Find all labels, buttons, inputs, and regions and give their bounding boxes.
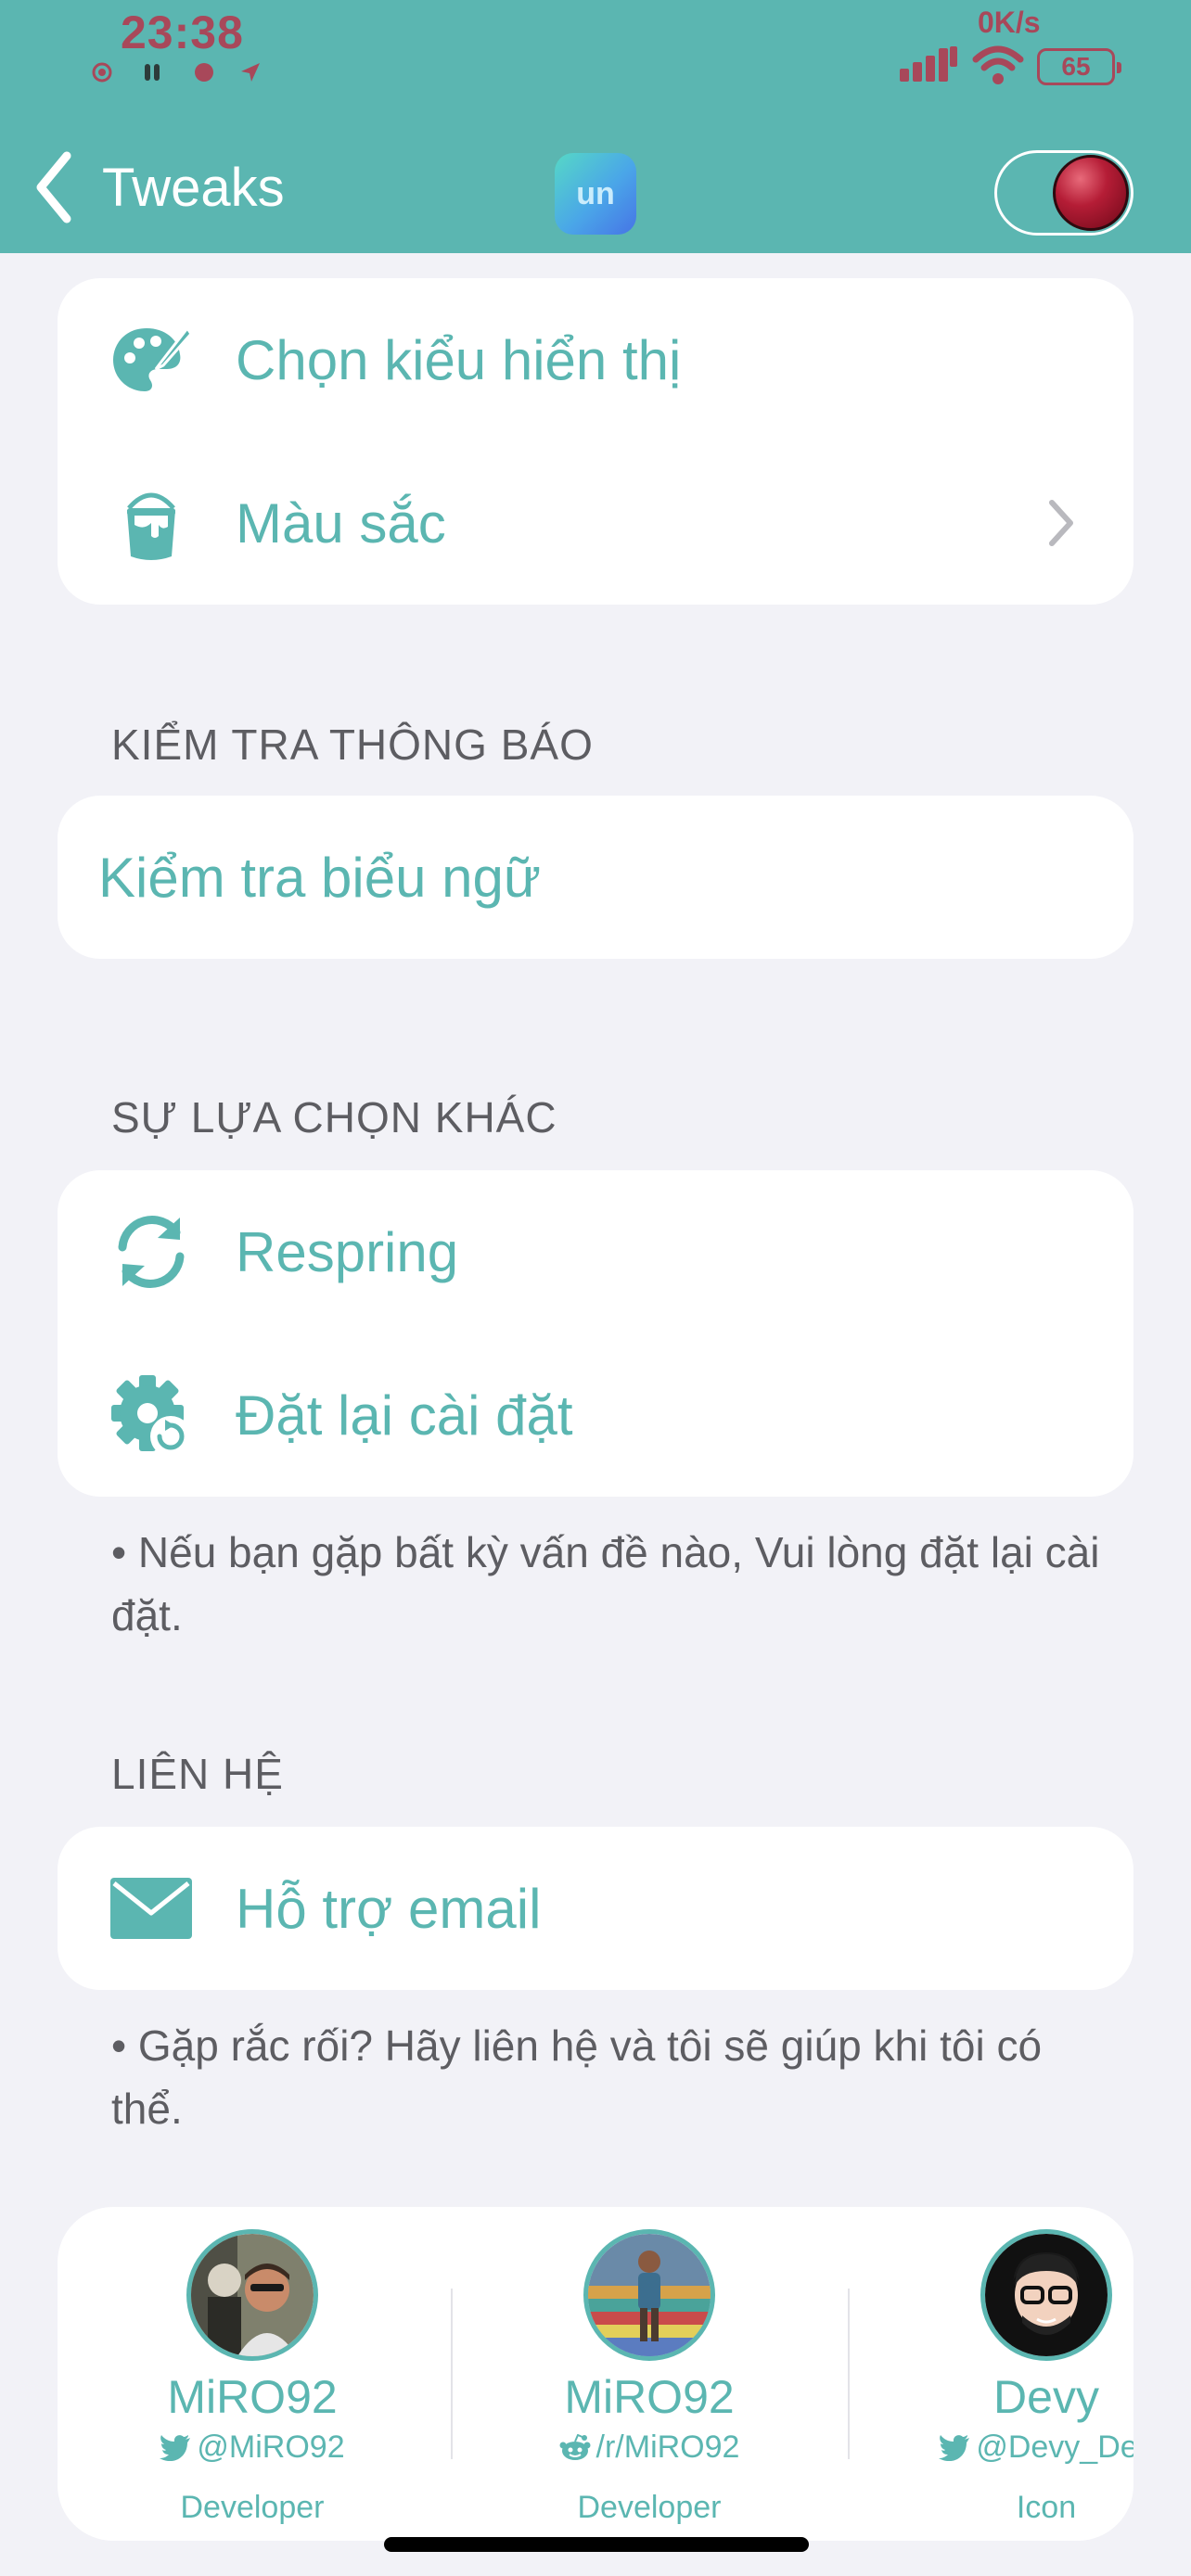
- envelope-icon: [109, 1867, 193, 1950]
- email-support-label: Hỗ trợ email: [236, 1877, 542, 1940]
- avatar: [186, 2229, 318, 2361]
- member-name: MiRO92: [564, 2371, 735, 2423]
- member-handle: /r/MiRO92: [510, 2429, 788, 2466]
- divider: [848, 2289, 850, 2459]
- chevron-right-icon: [1049, 500, 1073, 546]
- screen-record-icon: [92, 62, 112, 83]
- reset-footnote: • Nếu bạn gặp bất kỳ vấn đề nào, Vui lòn…: [111, 1528, 1100, 1639]
- focus-icon: [195, 63, 213, 82]
- respring-label: Respring: [236, 1220, 459, 1283]
- home-indicator[interactable]: [384, 2537, 809, 2552]
- divider: [451, 2289, 453, 2459]
- avatar: [583, 2229, 715, 2361]
- screen: 23:38 0K/s 65 Tweaks un Chọn kiểu hiển t…: [0, 0, 1191, 2576]
- toggle-knob: [1053, 155, 1129, 231]
- back-button[interactable]: Tweaks: [32, 148, 285, 226]
- notification-test-card: Kiểm tra biểu ngữ: [58, 796, 1133, 959]
- member-role: Icon: [1016, 2490, 1077, 2525]
- back-label: Tweaks: [102, 157, 285, 218]
- palette-icon: [109, 318, 193, 402]
- app-logo-text: un: [576, 175, 615, 211]
- member-name: Devy: [993, 2371, 1099, 2423]
- contact-card: Hỗ trợ email: [58, 1827, 1133, 1990]
- cellular-signal-icon: [900, 46, 957, 82]
- enable-toggle[interactable]: [994, 150, 1133, 236]
- notification-test-section-title: KIỂM TRA THÔNG BÁO: [111, 721, 594, 769]
- chevron-left-icon: [36, 151, 71, 223]
- airpods-icon: [145, 64, 160, 81]
- status-time: 23:38: [121, 6, 244, 58]
- app-logo: un: [555, 153, 636, 235]
- paint-bucket-icon: [109, 481, 193, 565]
- other-options-card: Respring Đặt lại cài đặt: [58, 1170, 1133, 1497]
- member-handle-text: @Devy_Des: [976, 2429, 1133, 2465]
- other-options-section-title: SỰ LỰA CHỌN KHÁC: [111, 1093, 557, 1141]
- credit-miro92-twitter[interactable]: MiRO92 @MiRO92 Developer: [113, 2229, 391, 2526]
- test-banner-label: Kiểm tra biểu ngữ: [98, 846, 542, 909]
- email-support-row[interactable]: Hỗ trợ email: [58, 1827, 1133, 1990]
- wifi-icon: [972, 45, 1024, 84]
- battery-indicator: 65: [1037, 48, 1121, 85]
- member-role: Developer: [577, 2490, 722, 2525]
- member-handle-text: @MiRO92: [197, 2429, 345, 2465]
- network-speed: 0K/s: [978, 6, 1041, 39]
- twitter-icon: [939, 2434, 970, 2461]
- nav-header: 23:38 0K/s 65 Tweaks un: [0, 0, 1191, 253]
- colors-label: Màu sắc: [236, 491, 446, 555]
- member-name: MiRO92: [167, 2371, 338, 2423]
- avatar: [980, 2229, 1112, 2361]
- display-settings-card: Chọn kiểu hiển thị Màu sắc: [58, 278, 1133, 605]
- reset-settings-label: Đặt lại cài đặt: [236, 1384, 573, 1447]
- credits-card: MiRO92 @MiRO92 Developer MiRO92 /r/MiRO9…: [58, 2207, 1133, 2541]
- display-style-label: Chọn kiểu hiển thị: [236, 328, 682, 391]
- contact-footnote: • Gặp rắc rối? Hãy liên hệ và tôi sẽ giú…: [111, 2021, 1043, 2133]
- test-banner-row[interactable]: Kiểm tra biểu ngữ: [58, 796, 1133, 959]
- gear-reset-icon: [109, 1373, 193, 1457]
- refresh-icon: [109, 1210, 193, 1294]
- location-icon: [241, 63, 260, 82]
- colors-row[interactable]: Màu sắc: [58, 441, 1133, 605]
- contact-section-title: LIÊN HỆ: [111, 1750, 284, 1798]
- member-handle: @Devy_Des: [907, 2429, 1133, 2466]
- member-handle: @MiRO92: [113, 2429, 391, 2466]
- member-role: Developer: [180, 2490, 325, 2525]
- reddit-icon: [559, 2433, 591, 2460]
- credit-miro92-reddit[interactable]: MiRO92 /r/MiRO92 Developer: [510, 2229, 788, 2526]
- credit-devy[interactable]: Devy @Devy_Des Icon: [907, 2229, 1133, 2526]
- display-style-row[interactable]: Chọn kiểu hiển thị: [58, 278, 1133, 441]
- respring-row[interactable]: Respring: [58, 1170, 1133, 1333]
- member-handle-text: /r/MiRO92: [596, 2429, 740, 2465]
- reset-settings-row[interactable]: Đặt lại cài đặt: [58, 1333, 1133, 1497]
- twitter-icon: [160, 2434, 191, 2461]
